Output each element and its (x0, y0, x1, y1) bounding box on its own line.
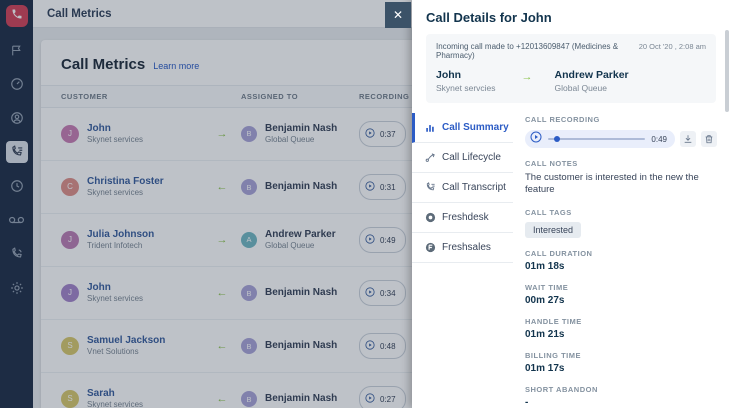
call-direction-icon: → (521, 71, 533, 83)
field-value: 01m 18s (525, 260, 565, 272)
tab-label: Freshdesk (442, 212, 489, 223)
field-label: WAIT TIME (525, 282, 569, 292)
field-label: BILLING TIME (525, 350, 581, 360)
tags-label: CALL TAGS (525, 207, 572, 217)
close-button[interactable]: ✕ (385, 2, 411, 28)
download-button[interactable] (680, 131, 696, 147)
field-value: - (525, 396, 529, 408)
tab-label: Call Lifecycle (442, 152, 501, 163)
field-label: HANDLE TIME (525, 316, 582, 326)
tab-call-summary[interactable]: Call Summary (412, 113, 513, 143)
field-value: 01m 21s (525, 328, 565, 340)
play-icon[interactable] (530, 130, 542, 148)
tab-label: Call Transcript (442, 182, 506, 193)
freshdesk-icon (424, 212, 436, 223)
field-label: CALL DURATION (525, 248, 593, 258)
seek-thumb[interactable] (553, 136, 560, 142)
delete-button[interactable] (701, 131, 717, 147)
bar-chart-icon (424, 123, 436, 133)
field-label: SHORT ABANDON (525, 384, 598, 394)
recording-duration: 0:49 (651, 134, 667, 144)
call-datetime: 20 Oct '20 , 2:08 am (638, 42, 706, 51)
call-details-drawer: ✕ Call Details for John Incoming call ma… (385, 0, 730, 408)
scrollbar-thumb[interactable] (725, 30, 729, 112)
freshsales-icon (424, 242, 436, 253)
tab-freshsales[interactable]: Freshsales (412, 233, 513, 263)
tab-freshdesk[interactable]: Freshdesk (412, 203, 513, 233)
tab-call-transcript[interactable]: Call Transcript (412, 173, 513, 203)
app-window: Call Metrics Call Metrics Learn more CUS… (0, 0, 730, 408)
drawer-title: Call Details for John (426, 10, 552, 25)
field-value: 00m 27s (525, 294, 565, 306)
drawer-scrollbar[interactable] (724, 0, 729, 408)
answered-agent-name: Andrew Parker (554, 69, 629, 81)
seek-bar[interactable] (548, 136, 646, 142)
drawer-tabs: Call Summary Call Lifecycle Call Transcr… (412, 113, 513, 408)
call-tag-chip[interactable]: Interested (525, 221, 582, 238)
notes-label: CALL NOTES (525, 159, 578, 168)
call-notes-text: The customer is interested in the new th… (525, 172, 699, 196)
caller-company: Skynet servcies (436, 83, 496, 93)
answered-agent-queue: Global Queue (554, 83, 607, 93)
tab-label: Call Summary (442, 122, 509, 133)
call-info-box: Incoming call made to +12013609847 (Medi… (426, 34, 716, 103)
caller-name: John (436, 69, 462, 81)
close-icon: ✕ (392, 8, 404, 22)
call-summary-line: Incoming call made to +12013609847 (Medi… (436, 42, 619, 60)
audio-player: 0:49 (525, 130, 675, 148)
recording-label: CALL RECORDING (525, 115, 600, 124)
field-value: 01m 17s (525, 362, 565, 374)
tab-label: Freshsales (442, 242, 491, 253)
transcript-phone-icon (424, 182, 436, 193)
call-summary-panel: CALL RECORDING 0:49 CALL NOTES The custo… (513, 113, 730, 408)
tab-call-lifecycle[interactable]: Call Lifecycle (412, 143, 513, 173)
modal-dim-overlay[interactable] (0, 0, 412, 408)
lifecycle-icon (424, 152, 436, 163)
